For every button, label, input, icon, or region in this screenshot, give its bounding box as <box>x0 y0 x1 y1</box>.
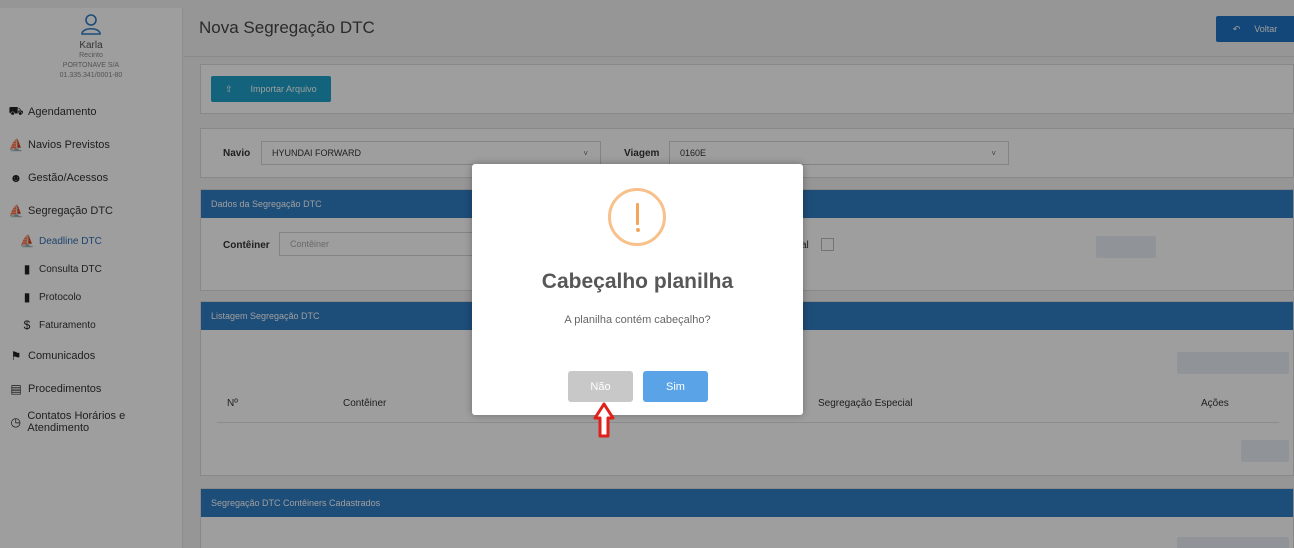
dialog-message: A planilha contém cabeçalho? <box>564 314 711 326</box>
yes-button[interactable]: Sim <box>643 371 708 402</box>
warning-icon <box>608 188 666 246</box>
no-button[interactable]: Não <box>568 371 633 402</box>
arrow-up-icon <box>593 402 615 438</box>
dialog-title: Cabeçalho planilha <box>541 270 734 293</box>
confirm-dialog: Cabeçalho planilha A planilha contém cab… <box>472 164 803 415</box>
